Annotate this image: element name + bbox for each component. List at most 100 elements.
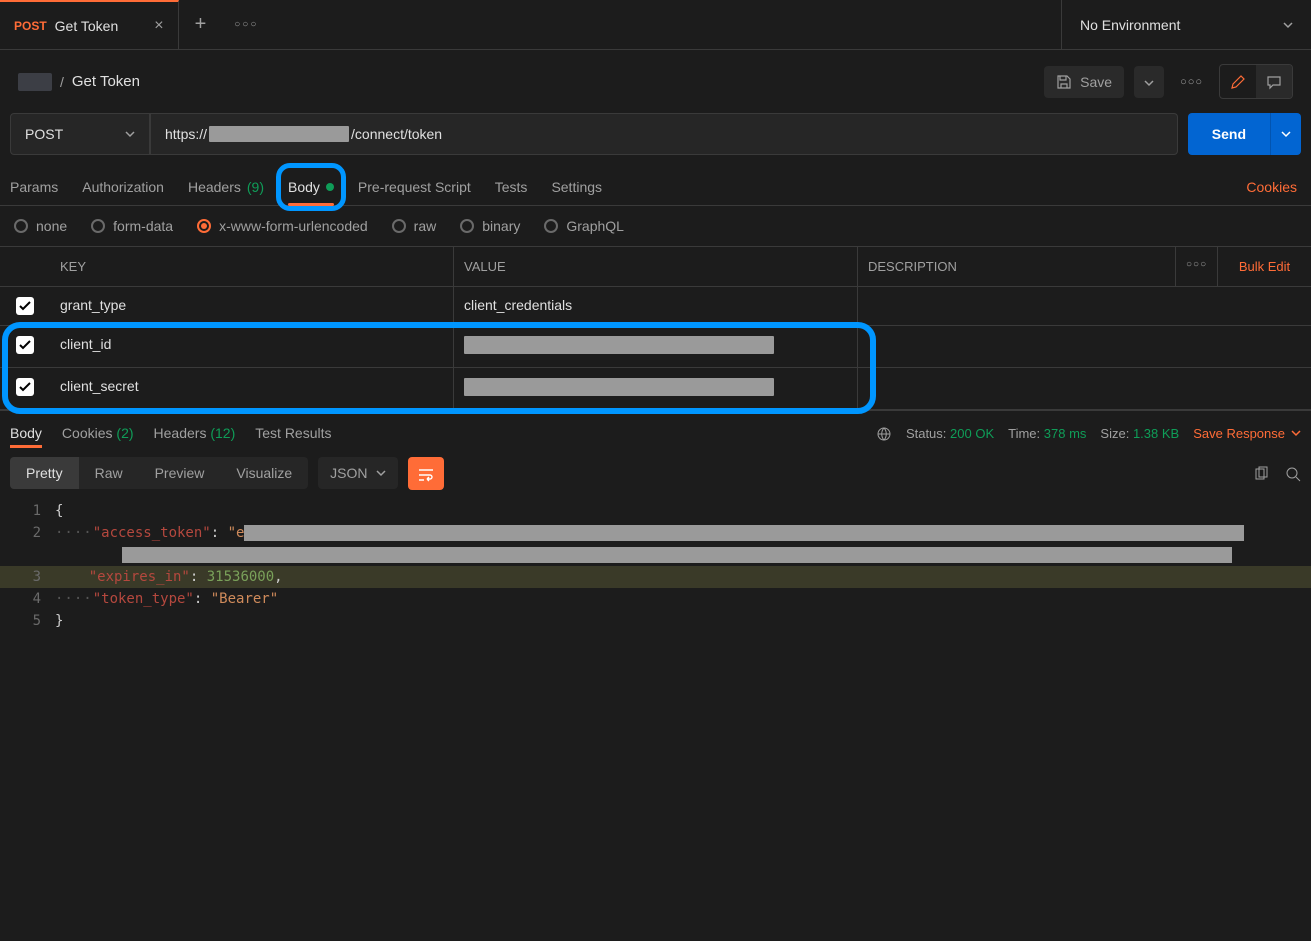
response-view-bar: Pretty Raw Preview Visualize JSON bbox=[0, 447, 1311, 499]
environment-selector[interactable]: No Environment bbox=[1061, 0, 1311, 49]
send-dropdown[interactable] bbox=[1270, 113, 1301, 155]
tab-headers[interactable]: Headers (9) bbox=[188, 169, 264, 205]
resp-tab-body[interactable]: Body bbox=[10, 419, 42, 447]
tab-tests[interactable]: Tests bbox=[495, 169, 528, 205]
right-icon-group bbox=[1219, 64, 1293, 99]
tab-params[interactable]: Params bbox=[10, 169, 58, 205]
send-button[interactable]: Send bbox=[1188, 113, 1270, 155]
kv-header-row: KEY VALUE DESCRIPTION ○○○ Bulk Edit bbox=[0, 246, 1311, 287]
kv-value[interactable] bbox=[454, 326, 858, 367]
radio-binary[interactable]: binary bbox=[460, 218, 520, 234]
breadcrumb: / Get Token bbox=[18, 73, 140, 91]
resp-tab-headers[interactable]: Headers (12) bbox=[154, 419, 236, 447]
save-icon bbox=[1056, 74, 1072, 90]
edit-button[interactable] bbox=[1220, 65, 1256, 98]
view-pretty[interactable]: Pretty bbox=[10, 457, 79, 489]
bulk-edit-button[interactable]: Bulk Edit bbox=[1217, 247, 1311, 286]
header-actions: Save ○○○ bbox=[1044, 64, 1293, 99]
chevron-down-icon bbox=[125, 129, 135, 139]
copy-icon bbox=[1253, 466, 1269, 482]
value-redacted bbox=[464, 378, 774, 396]
tab-get-token[interactable]: POST Get Token × bbox=[0, 0, 179, 49]
radio-raw[interactable]: raw bbox=[392, 218, 437, 234]
copy-button[interactable] bbox=[1253, 465, 1269, 482]
tab-method: POST bbox=[14, 19, 47, 33]
highlighted-rows: client_id client_secret bbox=[0, 326, 1311, 410]
kv-more-button[interactable]: ○○○ bbox=[1175, 247, 1217, 286]
kv-desc[interactable] bbox=[858, 368, 1311, 409]
new-tab-button[interactable]: + bbox=[179, 13, 223, 36]
row-checkbox[interactable] bbox=[16, 297, 34, 315]
network-icon[interactable] bbox=[876, 425, 892, 442]
kv-value[interactable]: client_credentials bbox=[454, 287, 858, 325]
view-raw[interactable]: Raw bbox=[79, 457, 139, 489]
format-select[interactable]: JSON bbox=[318, 457, 397, 489]
kv-key[interactable]: client_id bbox=[50, 326, 454, 367]
response-view-right bbox=[1253, 465, 1301, 482]
url-input[interactable]: https:///connect/token bbox=[150, 113, 1178, 155]
save-dropdown[interactable] bbox=[1134, 66, 1164, 98]
save-response-button[interactable]: Save Response bbox=[1193, 426, 1301, 441]
kv-desc[interactable] bbox=[858, 287, 1311, 325]
token-redacted bbox=[244, 525, 1244, 541]
resp-tab-test-results[interactable]: Test Results bbox=[255, 419, 331, 447]
wrap-icon bbox=[418, 468, 434, 482]
radio-form-data[interactable]: form-data bbox=[91, 218, 173, 234]
tab-authorization[interactable]: Authorization bbox=[82, 169, 164, 205]
send-button-group: Send bbox=[1188, 113, 1301, 155]
kv-key[interactable]: grant_type bbox=[50, 287, 454, 325]
tab-title: Get Token bbox=[55, 18, 119, 34]
radio-none[interactable]: none bbox=[14, 218, 67, 234]
url-host-redacted bbox=[209, 126, 349, 142]
method-select[interactable]: POST bbox=[10, 113, 150, 155]
url-bar: POST https:///connect/token Send bbox=[0, 113, 1311, 169]
more-actions-button[interactable]: ○○○ bbox=[1174, 68, 1209, 96]
value-redacted bbox=[464, 336, 774, 354]
kv-value[interactable] bbox=[454, 368, 858, 409]
kv-header-value: VALUE bbox=[454, 247, 858, 286]
save-button[interactable]: Save bbox=[1044, 66, 1124, 98]
header-area: / Get Token Save ○○○ bbox=[0, 50, 1311, 113]
tab-prerequest[interactable]: Pre-request Script bbox=[358, 169, 471, 205]
row-checkbox[interactable] bbox=[16, 336, 34, 354]
size-label: Size: 1.38 KB bbox=[1100, 426, 1179, 441]
method-label: POST bbox=[25, 126, 63, 142]
pencil-icon bbox=[1230, 74, 1246, 90]
radio-x-www-form-urlencoded[interactable]: x-www-form-urlencoded bbox=[197, 218, 368, 234]
response-meta: Status: 200 OK Time: 378 ms Size: 1.38 K… bbox=[876, 425, 1301, 442]
tab-bar: POST Get Token × + ○○○ No Environment bbox=[0, 0, 1311, 50]
search-button[interactable] bbox=[1285, 465, 1301, 482]
view-visualize[interactable]: Visualize bbox=[220, 457, 308, 489]
tab-settings[interactable]: Settings bbox=[551, 169, 602, 205]
request-tabs: Params Authorization Headers (9) Body Pr… bbox=[0, 169, 1311, 206]
kv-row-client-secret[interactable]: client_secret bbox=[0, 368, 1311, 410]
cookies-link[interactable]: Cookies bbox=[1242, 169, 1301, 205]
send-label: Send bbox=[1212, 126, 1246, 142]
body-indicator-dot bbox=[326, 183, 334, 191]
kv-desc[interactable] bbox=[858, 326, 1311, 367]
chevron-down-icon bbox=[1281, 129, 1291, 139]
kv-row-grant-type[interactable]: grant_type client_credentials bbox=[0, 287, 1311, 326]
row-checkbox[interactable] bbox=[16, 378, 34, 396]
breadcrumb-collection[interactable] bbox=[18, 73, 52, 91]
chevron-down-icon bbox=[1144, 78, 1154, 88]
kv-row-client-id[interactable]: client_id bbox=[0, 326, 1311, 368]
url-suffix: /connect/token bbox=[351, 126, 442, 142]
radio-graphql[interactable]: GraphQL bbox=[544, 218, 624, 234]
resp-tab-cookies[interactable]: Cookies (2) bbox=[62, 419, 134, 447]
tab-body[interactable]: Body bbox=[288, 169, 334, 205]
response-tabs: Body Cookies (2) Headers (12) Test Resul… bbox=[0, 410, 1311, 447]
comment-button[interactable] bbox=[1256, 65, 1292, 98]
save-label: Save bbox=[1080, 74, 1112, 90]
close-icon[interactable]: × bbox=[154, 17, 163, 35]
view-preview[interactable]: Preview bbox=[139, 457, 221, 489]
time-label: Time: 378 ms bbox=[1008, 426, 1086, 441]
chevron-down-icon bbox=[376, 468, 386, 478]
chevron-down-icon bbox=[1291, 428, 1301, 438]
kv-key[interactable]: client_secret bbox=[50, 368, 454, 409]
comment-icon bbox=[1266, 74, 1282, 90]
response-body-code[interactable]: 1{ 2····"access_token": "e 3 "expires_in… bbox=[0, 500, 1311, 632]
wrap-lines-button[interactable] bbox=[408, 457, 444, 489]
tab-more-button[interactable]: ○○○ bbox=[222, 19, 270, 30]
token-redacted bbox=[122, 547, 1232, 563]
